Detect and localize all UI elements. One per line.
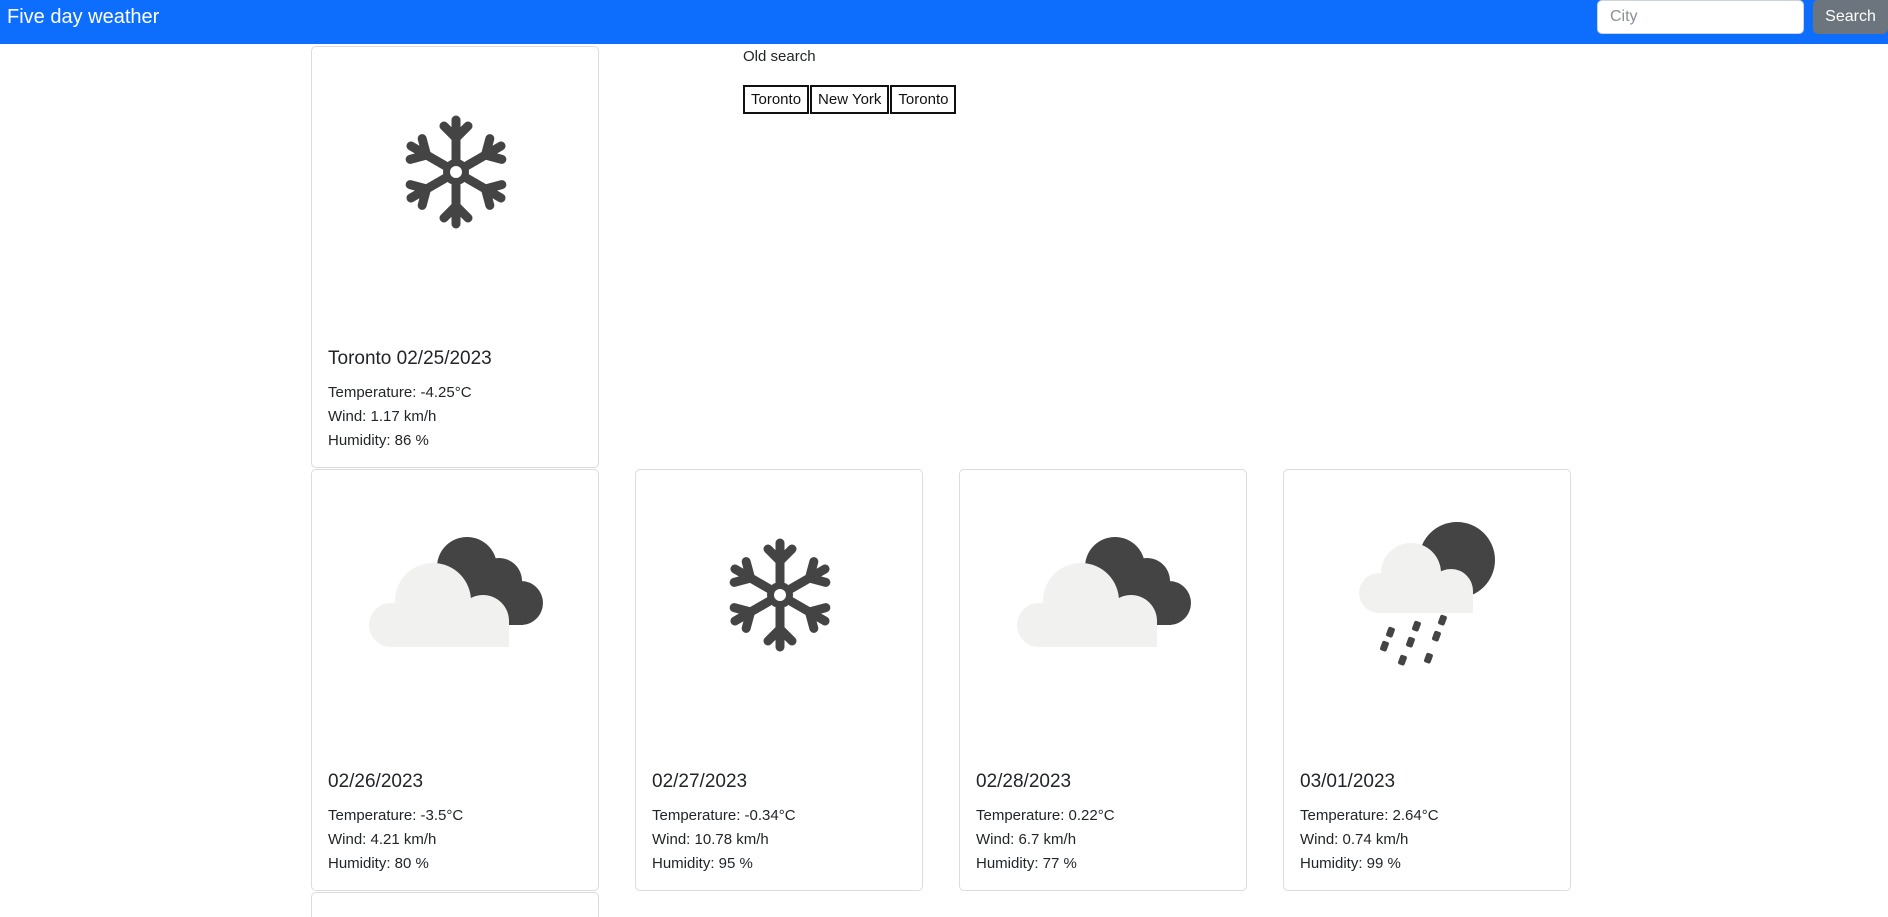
cloudy-night-icon	[994, 485, 1214, 705]
search-button[interactable]: Search	[1813, 0, 1888, 34]
history-item-toronto[interactable]: Toronto	[743, 85, 810, 114]
forecast-card-partial	[311, 892, 599, 917]
forecast-card: 02/27/2023 Temperature: -0.34°C Wind: 10…	[635, 469, 923, 891]
cloudy-night-icon	[346, 485, 566, 705]
old-search-label: Old search	[743, 48, 816, 65]
snowflake-icon	[670, 485, 890, 705]
temperature-text: Temperature: 0.22°C	[976, 807, 1115, 824]
temperature-text: Temperature: -3.5°C	[328, 807, 464, 824]
forecast-card: 03/01/2023 Temperature: 2.64°C Wind: 0.7…	[1283, 469, 1571, 891]
humidity-text: Humidity: 99 %	[1300, 855, 1401, 872]
wind-text: Wind: 6.7 km/h	[976, 831, 1077, 848]
wind-text: Wind: 4.21 km/h	[328, 831, 437, 848]
humidity-text: Humidity: 80 %	[328, 855, 429, 872]
card-title: 03/01/2023	[1300, 771, 1396, 792]
city-search-input[interactable]	[1597, 0, 1804, 34]
card-title: 02/26/2023	[328, 771, 424, 792]
history-item-new-york[interactable]: New York	[810, 85, 890, 114]
history-item-toronto-2[interactable]: Toronto	[890, 85, 957, 114]
forecast-card: 02/26/2023 Temperature: -3.5°C Wind: 4.2…	[311, 469, 599, 891]
current-weather-card: Toronto 02/25/2023 Temperature: -4.25°C …	[311, 46, 599, 468]
card-title: 02/27/2023	[652, 771, 748, 792]
humidity-text: Humidity: 86 %	[328, 432, 429, 449]
card-title: 02/28/2023	[976, 771, 1072, 792]
temperature-text: Temperature: 2.64°C	[1300, 807, 1439, 824]
search-history: Toronto New York Toronto	[743, 85, 957, 114]
temperature-text: Temperature: -4.25°C	[328, 384, 472, 401]
card-title: Toronto 02/25/2023	[328, 348, 492, 369]
wind-text: Wind: 0.74 km/h	[1300, 831, 1409, 848]
snowflake-icon	[346, 62, 566, 282]
humidity-text: Humidity: 77 %	[976, 855, 1077, 872]
navbar: Five day weather Search	[0, 0, 1888, 44]
humidity-text: Humidity: 95 %	[652, 855, 753, 872]
forecast-card: 02/28/2023 Temperature: 0.22°C Wind: 6.7…	[959, 469, 1247, 891]
snow-shower-night-icon	[1318, 485, 1538, 705]
temperature-text: Temperature: -0.34°C	[652, 807, 796, 824]
wind-text: Wind: 10.78 km/h	[652, 831, 769, 848]
brand-title[interactable]: Five day weather	[7, 6, 159, 28]
wind-text: Wind: 1.17 km/h	[328, 408, 437, 425]
